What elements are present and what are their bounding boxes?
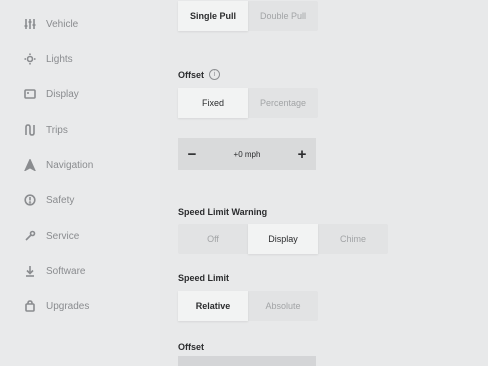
sidebar-item-label: Display	[46, 88, 79, 100]
sidebar-item-vehicle[interactable]: Vehicle	[22, 13, 78, 35]
absolute-option[interactable]: Absolute	[248, 291, 318, 321]
sidebar: Vehicle Lights Display Trips Navigation …	[0, 0, 160, 366]
speed-limit-label-text: Speed Limit	[178, 273, 230, 283]
decrease-button[interactable]: −	[178, 138, 206, 170]
display-option[interactable]: Display	[248, 224, 318, 254]
sidebar-item-label: Software	[46, 265, 86, 277]
offset-value: +0 mph	[233, 149, 261, 159]
sliders-icon	[22, 16, 38, 32]
sidebar-item-upgrades[interactable]: Upgrades	[22, 295, 89, 317]
info-icon[interactable]: i	[209, 69, 221, 80]
speed-limit-warning-selector: Off Display Chime	[178, 224, 388, 254]
offset-label-text: Offset	[178, 69, 205, 80]
settings-panel: Single Pull Double Pull Offset i Fixed P…	[160, 0, 488, 366]
download-icon	[22, 263, 38, 279]
bag-icon	[22, 298, 38, 314]
lightbulb-icon	[22, 51, 38, 67]
relative-option[interactable]: Relative	[178, 291, 248, 321]
sidebar-item-software[interactable]: Software	[22, 260, 85, 282]
sidebar-item-label: Trips	[46, 124, 68, 136]
offset-label: Offset i	[178, 69, 221, 80]
sidebar-item-safety[interactable]: Safety	[22, 189, 74, 211]
pull-mode-selector: Single Pull Double Pull	[178, 1, 318, 31]
speed-limit-warning-label: Speed Limit Warning	[178, 207, 267, 217]
sidebar-item-navigation[interactable]: Navigation	[22, 154, 93, 176]
sidebar-item-label: Service	[46, 230, 80, 242]
offset-stepper: − +0 mph +	[178, 138, 316, 170]
sidebar-item-lights[interactable]: Lights	[22, 48, 73, 70]
sidebar-item-label: Safety	[46, 194, 75, 206]
sidebar-item-label: Vehicle	[46, 18, 79, 30]
offset-type-selector: Fixed Percentage	[178, 88, 318, 118]
speed-limit-selector: Relative Absolute	[178, 291, 318, 321]
percentage-option[interactable]: Percentage	[248, 88, 318, 118]
speed-limit-label: Speed Limit	[178, 273, 229, 283]
sidebar-item-label: Upgrades	[46, 300, 90, 312]
navigation-arrow-icon	[22, 157, 38, 173]
double-pull-option[interactable]: Double Pull	[248, 1, 318, 31]
sidebar-item-trips[interactable]: Trips	[22, 119, 68, 141]
sidebar-item-label: Navigation	[46, 159, 94, 171]
trips-icon	[22, 122, 38, 138]
speed-limit-warning-label-text: Speed Limit Warning	[178, 207, 268, 217]
offset-control-partial[interactable]	[178, 356, 316, 366]
offset-label-2-text: Offset	[178, 342, 205, 352]
single-pull-option[interactable]: Single Pull	[178, 1, 248, 31]
offset-label-2: Offset	[178, 342, 204, 352]
sidebar-item-service[interactable]: Service	[22, 225, 79, 247]
chime-option[interactable]: Chime	[318, 224, 388, 254]
sidebar-item-label: Lights	[46, 53, 73, 65]
wrench-icon	[22, 228, 38, 244]
display-icon	[22, 86, 38, 102]
safety-icon	[22, 192, 38, 208]
off-option[interactable]: Off	[178, 224, 248, 254]
increase-button[interactable]: +	[288, 138, 316, 170]
sidebar-item-display[interactable]: Display	[22, 83, 79, 105]
fixed-option[interactable]: Fixed	[178, 88, 248, 118]
